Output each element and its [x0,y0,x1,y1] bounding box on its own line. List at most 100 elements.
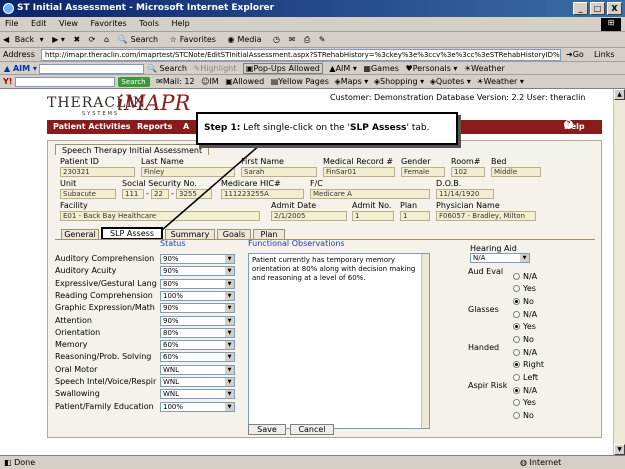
field-bed[interactable]: Middle [491,167,541,177]
close-button[interactable]: X [607,2,622,15]
field-medical-record[interactable]: FinSar01 [323,167,395,177]
field-room[interactable]: 102 [451,167,485,177]
yellow-pages-button[interactable]: ▤Yellow Pages [271,77,329,86]
media-button[interactable]: ◉ Media [227,35,264,44]
status-select[interactable]: WNL ▼ [160,364,235,375]
menu-help[interactable]: Help [166,17,194,30]
status-select[interactable]: 90% ▼ [160,254,235,264]
weather-button[interactable]: ☀Weather [464,64,505,73]
radio-icon[interactable] [513,373,520,381]
textarea-scrollbar[interactable] [421,254,429,428]
radio-aspir-risk-yes[interactable]: Yes [513,398,536,408]
personals-button[interactable]: ♥Personals ▾ [406,64,458,73]
aim-search-input[interactable] [39,63,145,74]
radio-handed-left[interactable]: Left [513,373,538,383]
mail-icon[interactable]: ✉ [289,35,296,44]
field-plan[interactable]: 1 [400,211,430,221]
popups-button[interactable]: ▣Pop-Ups Allowed [242,63,323,74]
maximize-button[interactable]: □ [590,2,605,15]
menu-favorites[interactable]: Favorites [86,17,132,30]
yahoo-search-input[interactable] [15,76,115,87]
aim-search-button[interactable]: 🔍 Search [147,64,187,73]
scroll-down-icon[interactable]: ▼ [614,444,625,455]
radio-handed-na[interactable]: N/A [513,348,537,358]
field-gender[interactable]: Female [401,167,445,177]
radio-icon[interactable] [513,361,520,369]
radio-glasses-yes[interactable]: Yes [513,322,536,332]
shopping-button[interactable]: ◈Shopping ▾ [374,77,424,86]
nav-a[interactable]: A [183,120,189,134]
radio-aud-eval-yes[interactable]: Yes [513,284,536,294]
status-select[interactable]: 90% ▼ [160,315,235,326]
aim-logo[interactable]: ▲ AIM ▾ [4,64,37,73]
radio-aspir-risk-na[interactable]: N/A [513,386,537,396]
vertical-scrollbar[interactable]: ▲ ▼ [613,89,625,455]
radio-icon[interactable] [513,411,520,419]
aim-button[interactable]: ▲AIM ▾ [329,64,356,73]
stop-icon[interactable]: ✖ [74,35,81,44]
radio-aud-eval-na[interactable]: N/A [513,272,537,282]
scroll-up-icon[interactable]: ▲ [614,89,625,100]
radio-icon[interactable] [513,297,520,305]
yahoo-icon[interactable]: Y! [3,77,12,86]
back-button[interactable]: ◀ Back ▾ [3,35,44,44]
observations-textarea[interactable]: Patient currently has temporary memory o… [248,253,430,429]
address-input[interactable]: http://imapr.theraclin.com/imaprtest/STC… [41,49,561,61]
status-select[interactable]: 100% ▼ [160,401,235,412]
status-select[interactable]: 100% ▼ [160,290,235,301]
radio-aud-eval-no[interactable]: No [513,297,534,307]
popup-allowed-button[interactable]: ▣Allowed [225,77,264,86]
save-button[interactable]: Save [248,424,286,435]
radio-icon[interactable] [513,399,520,407]
nav-patient-activities[interactable]: Patient Activities [53,120,131,134]
games-button[interactable]: ▦Games [363,64,399,73]
y-weather-button[interactable]: ☀Weather ▾ [476,77,523,86]
radio-handed-right[interactable]: Right [513,360,544,370]
home-icon[interactable]: ⌂ [104,35,109,44]
radio-icon[interactable] [513,349,520,356]
field-ssn-1[interactable]: 111 [122,189,144,199]
radio-icon[interactable] [513,311,520,318]
status-select[interactable]: 60% ▼ [160,340,235,351]
go-button[interactable]: ➜Go [566,48,584,62]
yahoo-im-button[interactable]: ☺IM [201,77,219,86]
highlight-button[interactable]: ✎Highlight [194,64,237,73]
yahoo-search-button[interactable]: Search [117,76,150,87]
status-select[interactable]: 80% ▼ [160,327,235,338]
radio-icon[interactable] [513,387,520,394]
field-admit-date[interactable]: 2/1/2005 [271,211,347,221]
field-admit-no[interactable]: 1 [352,211,394,221]
radio-icon[interactable] [513,323,520,331]
field-patient-id[interactable]: 230321 [60,167,135,177]
radio-icon[interactable] [513,335,520,343]
minimize-button[interactable]: _ [573,2,588,15]
search-button[interactable]: 🔍 Search [118,35,161,44]
radio-glasses-no[interactable]: No [513,335,534,345]
yahoo-mail-button[interactable]: ✉Mail: 12 [156,77,194,86]
maps-button[interactable]: ◈Maps ▾ [335,77,369,86]
cancel-button[interactable]: Cancel [290,424,334,435]
radio-icon[interactable] [513,285,520,293]
edit-icon[interactable]: ✎ [319,35,326,44]
status-select[interactable]: 60% ▼ [160,352,235,363]
menu-view[interactable]: View [54,17,83,30]
history-icon[interactable]: ◷ [273,35,280,44]
radio-glasses-na[interactable]: N/A [513,310,537,320]
status-select[interactable]: WNL ▼ [160,377,235,387]
field-fc[interactable]: Medicare A [310,189,430,199]
nav-reports[interactable]: Reports [137,120,172,134]
tab-general[interactable]: General [61,229,99,239]
menu-tools[interactable]: Tools [134,17,164,30]
quotes-button[interactable]: ◈Quotes ▾ [430,77,471,86]
menu-file[interactable]: File [0,17,23,30]
field-unit[interactable]: Subacute [60,189,116,199]
radio-aspir-risk-no[interactable]: No [513,411,534,421]
field-physician[interactable]: F06057 - Bradley, Milton [436,211,536,221]
menu-edit[interactable]: Edit [26,17,52,30]
forward-button[interactable]: ▶ ▾ [52,35,65,44]
links-button[interactable]: Links [594,48,615,62]
favorites-button[interactable]: ☆ Favorites [170,35,219,44]
radio-icon[interactable] [513,273,520,280]
print-icon[interactable]: ⎙ [304,35,310,44]
status-select[interactable]: 80% ▼ [160,278,235,289]
